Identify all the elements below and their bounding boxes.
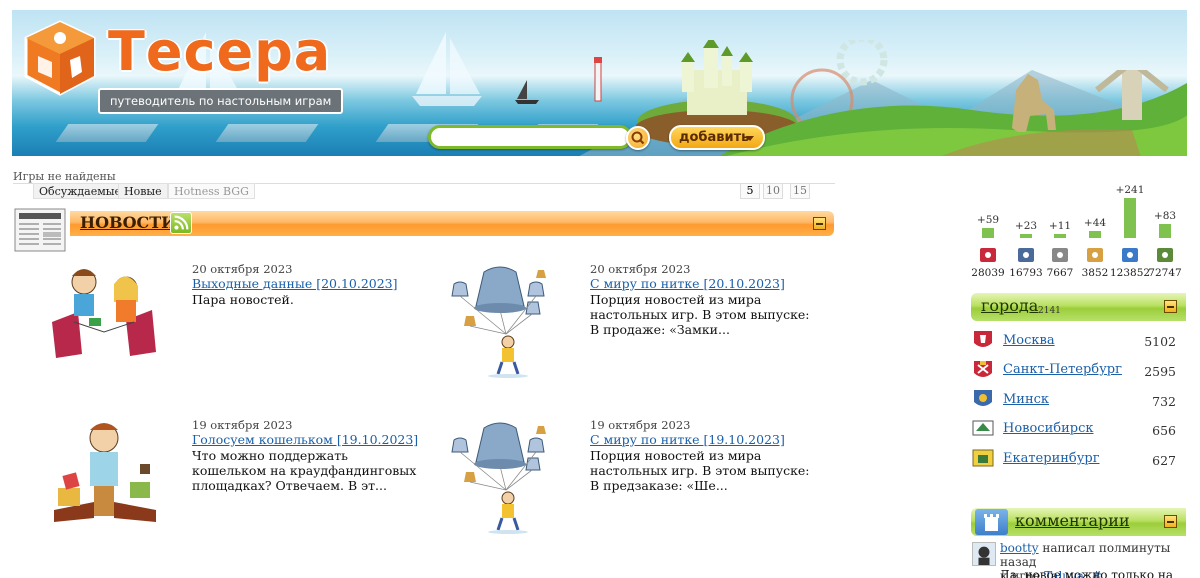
- tab-hotness-bgg[interactable]: Hotness BGG: [168, 183, 255, 199]
- news-image-crowdfunding[interactable]: [44, 418, 164, 534]
- news-text: Порция новостей из мира: [590, 448, 762, 463]
- cities-collapse-button[interactable]: [1164, 300, 1177, 313]
- stat-bar: [1089, 231, 1101, 238]
- stat-total: 28039: [971, 267, 1005, 279]
- cities-count: 2141: [1038, 306, 1061, 316]
- logo-cube-icon: [24, 20, 96, 96]
- comment-user-link[interactable]: bootty: [1000, 541, 1039, 555]
- page-size-5[interactable]: 5: [740, 183, 760, 199]
- news-image-gamers[interactable]: [44, 262, 164, 362]
- grassland-illustration: [719, 70, 1187, 156]
- stat-total: 123852: [1110, 267, 1151, 279]
- page-size-10[interactable]: 10: [763, 183, 783, 199]
- stat-bar: [1124, 198, 1136, 238]
- games-status: Игры не найдены: [13, 170, 116, 183]
- scroll-icon[interactable]: [1085, 245, 1105, 265]
- person-card-icon[interactable]: [1016, 245, 1036, 265]
- hex-platform: [55, 124, 159, 142]
- novosibirsk-coat-of-arms-icon: [972, 420, 994, 436]
- city-link-minsk[interactable]: Минск: [1003, 392, 1049, 407]
- news-text: В продаже: «Замки...: [590, 322, 730, 337]
- newspaper-icon[interactable]: [1050, 245, 1070, 265]
- news-title[interactable]: Выходные данные [20.10.2023]: [192, 276, 398, 291]
- logo-tagline: путеводитель по настольным играм: [98, 88, 344, 114]
- hex-platform: [215, 124, 319, 142]
- news-text: площадках? Отвечаем. В эт...: [192, 478, 387, 493]
- comments-collapse-button[interactable]: [1164, 515, 1177, 528]
- user-icon[interactable]: [1155, 245, 1175, 265]
- news-collapse-button[interactable]: [813, 217, 826, 230]
- stat-delta: +241: [1115, 184, 1145, 196]
- news-image-bells[interactable]: [446, 418, 556, 534]
- news-date: 19 октября 2023: [192, 418, 293, 432]
- page-size-15[interactable]: 15: [790, 183, 810, 199]
- news-text: Порция новостей из мира: [590, 292, 762, 307]
- city-count: 627: [1152, 453, 1176, 468]
- logo-title[interactable]: Тесера: [108, 20, 331, 83]
- cities-title-link[interactable]: города: [981, 296, 1038, 315]
- city-count: 2595: [1144, 364, 1176, 379]
- tab-new[interactable]: Новые: [118, 183, 168, 199]
- newspaper-icon: [14, 208, 66, 252]
- add-button[interactable]: добавить: [669, 125, 765, 150]
- news-text: Пара новостей.: [192, 292, 294, 307]
- search-input[interactable]: [441, 129, 621, 147]
- minsk-coat-of-arms-icon: [974, 390, 992, 406]
- search-icon: [631, 131, 645, 145]
- stat-total: 3852: [1081, 267, 1109, 279]
- city-link-novosibirsk[interactable]: Новосибирск: [1003, 421, 1093, 436]
- ship-illustration: [515, 80, 539, 104]
- news-text: Что можно поддержать: [192, 448, 348, 463]
- comments-castle-icon: [975, 509, 1008, 535]
- stat-total: 72747: [1148, 267, 1182, 279]
- news-text: настольных игр. В этом выпуске:: [590, 463, 810, 478]
- news-title[interactable]: Голосуем кошельком [19.10.2023]: [192, 432, 418, 447]
- city-link-moscow[interactable]: Москва: [1003, 333, 1055, 348]
- stat-delta: +59: [976, 214, 1000, 226]
- yekaterinburg-coat-of-arms-icon: [972, 449, 994, 467]
- city-count: 656: [1152, 423, 1176, 438]
- search-box: [428, 125, 632, 149]
- news-text: настольных игр. В этом выпуске:: [590, 307, 810, 322]
- stat-total: 7667: [1046, 267, 1074, 279]
- news-date: 20 октября 2023: [590, 262, 691, 276]
- city-link-saint-petersburg[interactable]: Санкт-Петербург: [1003, 362, 1122, 377]
- news-date: 20 октября 2023: [192, 262, 293, 276]
- stat-bar: [982, 228, 994, 238]
- city-count: 5102: [1144, 334, 1176, 349]
- stat-bar: [1159, 224, 1171, 238]
- dropdown-arrow-icon: [746, 136, 754, 141]
- city-count: 732: [1152, 394, 1176, 409]
- add-button-label: добавить: [679, 130, 750, 145]
- rss-icon[interactable]: [170, 212, 192, 234]
- dice-icon[interactable]: [978, 245, 998, 265]
- news-date: 19 октября 2023: [590, 418, 691, 432]
- stat-bar: [1054, 234, 1066, 238]
- news-title[interactable]: С миру по нитке [20.10.2023]: [590, 276, 785, 291]
- ship-illustration: [412, 32, 482, 106]
- news-image-bells[interactable]: [446, 262, 556, 378]
- stat-delta: +11: [1048, 220, 1072, 232]
- stat-bar: [1020, 234, 1032, 238]
- search-button[interactable]: [626, 126, 650, 150]
- comments-icon[interactable]: [1120, 245, 1140, 265]
- moscow-coat-of-arms-icon: [974, 331, 992, 347]
- news-text: В предзаказе: «Ше...: [590, 478, 728, 493]
- comments-title-link[interactable]: комментарии: [1015, 511, 1130, 530]
- spb-coat-of-arms-icon: [974, 361, 992, 377]
- news-text: кошельком на краудфандинговых: [192, 463, 417, 478]
- header-banner: Тесера путеводитель по настольным играм …: [12, 10, 1187, 156]
- avatar[interactable]: [972, 542, 996, 566]
- stat-delta: +44: [1083, 217, 1107, 229]
- news-title-link[interactable]: НОВОСТИ: [80, 213, 176, 232]
- tab-discussed[interactable]: Обсуждаемые: [33, 183, 128, 199]
- news-title[interactable]: С миру по нитке [19.10.2023]: [590, 432, 785, 447]
- comment-snippet: Да, новое можно только на: [1000, 568, 1174, 578]
- city-link-yekaterinburg[interactable]: Екатеринбург: [1003, 451, 1100, 466]
- stat-delta: +83: [1153, 210, 1177, 222]
